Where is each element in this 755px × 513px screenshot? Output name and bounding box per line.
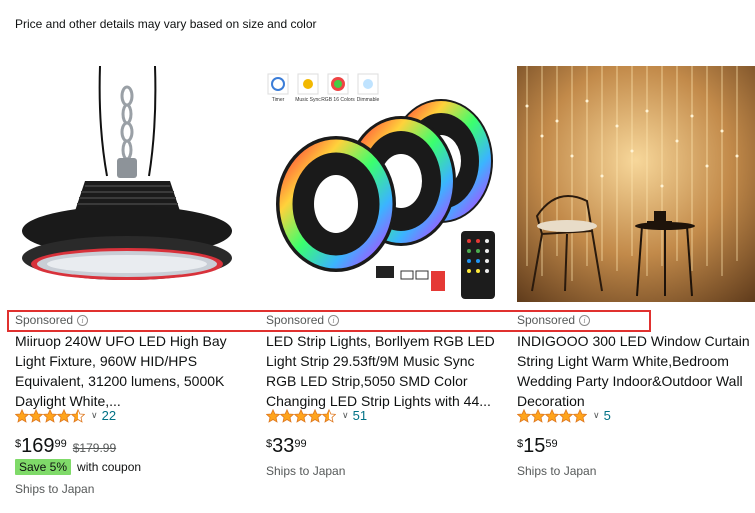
- product-image-ufo-light[interactable]: [15, 66, 246, 302]
- list-price: $179.99: [72, 441, 117, 455]
- star-icon: [15, 408, 29, 423]
- coupon-1: Save 5% with coupon: [15, 459, 141, 475]
- star-rating: [517, 408, 587, 423]
- star-icon: [545, 408, 559, 423]
- price-1: $ 169 99 $179.99: [15, 435, 116, 457]
- product-image-led-strip[interactable]: Timer Music Sync RGB 16 Colors Dimmable: [266, 66, 497, 302]
- star-icon: [71, 408, 85, 423]
- star-icon: [280, 408, 294, 423]
- star-icon: [573, 408, 587, 423]
- title-line: Miiruop 240W UFO LED High Bay: [15, 333, 227, 349]
- price-whole: 33: [272, 435, 295, 457]
- star-icon: [29, 408, 43, 423]
- product-card-1[interactable]: [15, 66, 246, 302]
- title-line: String Light Warm White,Bedroom: [517, 353, 729, 369]
- title-line: Wedding Party Indoor&Outdoor Wall: [517, 373, 743, 389]
- title-line: Light Strip 29.53ft/9M Music Sync: [266, 353, 475, 369]
- review-count-link[interactable]: 22: [102, 408, 116, 423]
- product-card-2[interactable]: Timer Music Sync RGB 16 Colors Dimmable: [266, 66, 497, 302]
- star-icon: [308, 408, 322, 423]
- title-line: RGB LED Strip,5050 SMD Color: [266, 373, 468, 389]
- shipping-text-2: Ships to Japan: [266, 464, 346, 478]
- shipping-text-1: Ships to Japan: [15, 482, 95, 496]
- star-rating: [15, 408, 85, 423]
- product-title-3[interactable]: INDIGOOO 300 LED Window Curtain String L…: [517, 331, 755, 411]
- product-title-1[interactable]: Miiruop 240W UFO LED High Bay Light Fixt…: [15, 331, 247, 411]
- product-title-2[interactable]: LED Strip Lights, Borllyem RGB LED Light…: [266, 331, 498, 411]
- sponsored-highlight-box: [7, 310, 651, 332]
- review-count-link[interactable]: 51: [353, 408, 367, 423]
- rating-2[interactable]: ∨ 51: [266, 408, 367, 423]
- star-icon: [57, 408, 71, 423]
- strip-icon-label: Dimmable: [357, 97, 380, 103]
- title-line: Equivalent, 31200 lumens, 5000K: [15, 373, 225, 389]
- price-whole: 169: [21, 435, 55, 457]
- shipping-text-3: Ships to Japan: [517, 464, 597, 478]
- review-count-link[interactable]: 5: [604, 408, 611, 423]
- price-fraction: 99: [54, 438, 67, 450]
- product-image-curtain-light[interactable]: [517, 66, 755, 302]
- product-card-3[interactable]: [517, 66, 755, 302]
- rating-3[interactable]: ∨ 5: [517, 408, 611, 423]
- price-3: $ 15 59: [517, 435, 558, 457]
- notice-text: Price and other details may vary based o…: [15, 17, 317, 31]
- star-icon: [531, 408, 545, 423]
- price-whole: 15: [523, 435, 546, 457]
- coupon-badge: Save 5%: [15, 459, 72, 475]
- star-icon: [517, 408, 531, 423]
- star-rating: [266, 408, 336, 423]
- chevron-down-icon[interactable]: ∨: [91, 410, 98, 421]
- price-2: $ 33 99: [266, 435, 307, 457]
- strip-icon-label: RGB 16 Colors: [321, 97, 355, 103]
- title-line: INDIGOOO 300 LED Window Curtain: [517, 333, 750, 349]
- star-icon: [294, 408, 308, 423]
- chevron-down-icon[interactable]: ∨: [342, 410, 349, 421]
- rating-1[interactable]: ∨ 22: [15, 408, 116, 423]
- strip-icon-label: Timer: [272, 97, 285, 103]
- price-fraction: 99: [294, 438, 307, 450]
- star-icon: [266, 408, 280, 423]
- price-fraction: 59: [545, 438, 558, 450]
- title-line: Light Fixture, 960W HID/HPS: [15, 353, 198, 369]
- title-line: LED Strip Lights, Borllyem RGB LED: [266, 333, 495, 349]
- chevron-down-icon[interactable]: ∨: [593, 410, 600, 421]
- star-icon: [322, 408, 336, 423]
- coupon-text: with coupon: [77, 460, 142, 474]
- star-icon: [43, 408, 57, 423]
- strip-icon-label: Music Sync: [295, 97, 321, 103]
- star-icon: [559, 408, 573, 423]
